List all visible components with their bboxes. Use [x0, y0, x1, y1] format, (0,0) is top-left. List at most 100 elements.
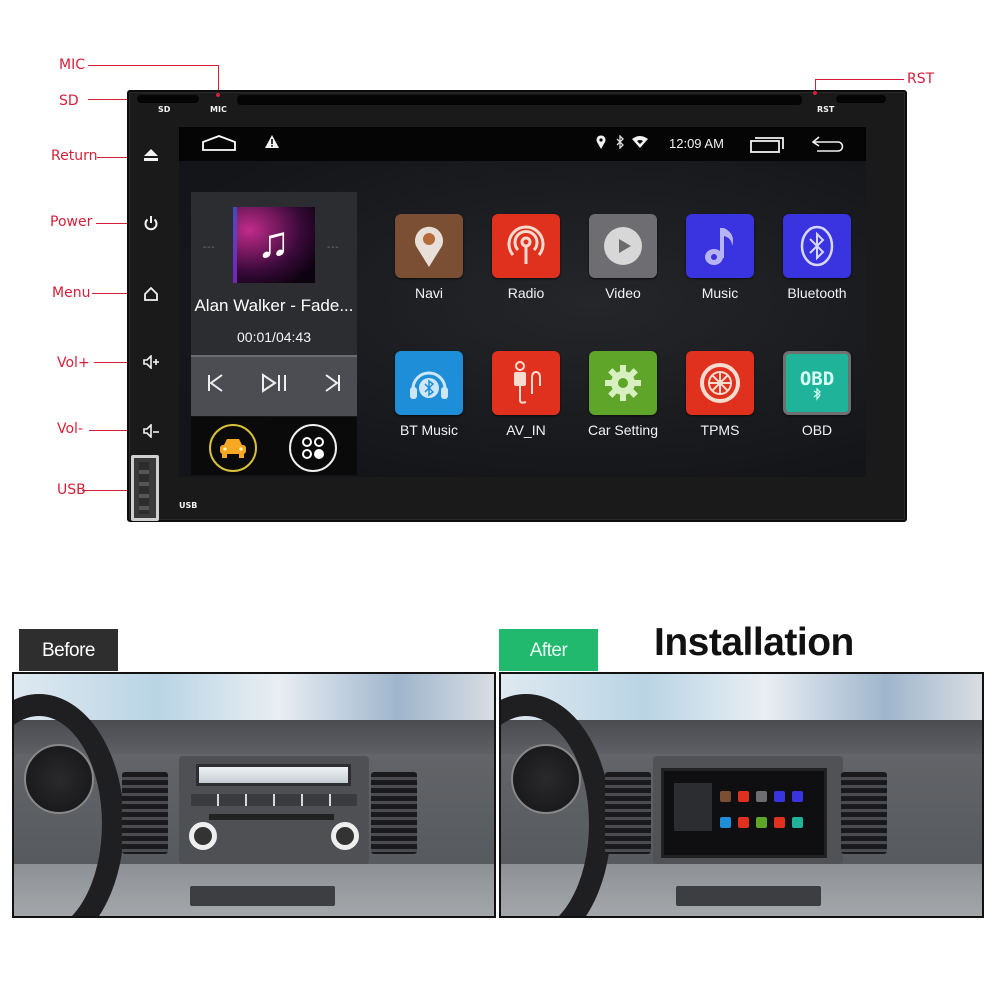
all-apps-button[interactable]: [289, 424, 337, 472]
rst-button[interactable]: [813, 91, 817, 95]
left-vent: [122, 772, 168, 854]
app-tile: [686, 351, 754, 415]
car-mode-button[interactable]: [209, 424, 257, 472]
callout-power: Power: [50, 214, 93, 230]
volume-down-icon: [143, 423, 159, 439]
after-photo: [499, 672, 984, 918]
callout-vol-up: Vol+: [57, 355, 90, 371]
right-slot: [836, 95, 886, 103]
app-car-setting[interactable]: Car Setting: [578, 351, 668, 438]
right-vent: [371, 772, 417, 854]
play-icon: [604, 227, 642, 265]
app-tpms[interactable]: TPMS: [675, 351, 765, 438]
gear-icon: [605, 365, 641, 401]
stock-radio: [179, 756, 369, 864]
sd-slot[interactable]: [137, 95, 199, 103]
recent-apps-icon: [750, 137, 784, 153]
app-label: TPMS: [700, 422, 740, 438]
previous-button[interactable]: [207, 373, 225, 399]
mini-app-video: [756, 791, 767, 802]
right-vent: [841, 772, 887, 854]
eject-button[interactable]: [141, 148, 161, 164]
app-video[interactable]: Video: [578, 214, 668, 301]
callout-menu: Menu: [52, 285, 91, 301]
music-note-icon: ♫: [257, 218, 290, 267]
clock: 12:09 AM: [669, 136, 724, 151]
app-label: Radio: [507, 285, 545, 301]
mic-label: MIC: [210, 105, 227, 114]
mini-app-navi: [720, 791, 731, 802]
bluetooth-indicator: [615, 134, 625, 154]
app-tile: [589, 214, 657, 278]
playback-controls: [191, 355, 357, 416]
app-label: OBD: [801, 422, 833, 438]
callout-rst: RST: [907, 71, 935, 87]
app-radio[interactable]: Radio: [481, 214, 571, 301]
av-cable-icon: [514, 361, 541, 404]
app-bt-music[interactable]: BT Music: [384, 351, 474, 438]
mini-app-bluetooth: [792, 791, 803, 802]
after-tab: After: [499, 629, 598, 671]
callout-line-rst: [816, 79, 904, 80]
app-av-in[interactable]: AV_IN: [481, 351, 571, 438]
app-tile: OBD: [783, 351, 851, 415]
app-label: Music: [701, 285, 739, 301]
disc-slot: [237, 95, 802, 105]
app-obd[interactable]: OBD OBD: [772, 351, 862, 438]
recent-apps-button[interactable]: [749, 135, 785, 158]
home-button[interactable]: [141, 286, 161, 302]
map-pin-icon: [415, 226, 443, 267]
next-button[interactable]: [323, 373, 341, 399]
usb-port[interactable]: [131, 455, 159, 521]
callout-vol-down: Vol-: [57, 421, 83, 437]
next-album-hint: - - -: [327, 242, 339, 253]
back-icon: [811, 136, 844, 152]
mini-app-av-in: [738, 817, 749, 828]
app-music[interactable]: Music: [675, 214, 765, 301]
obd-icon: OBD: [800, 368, 834, 401]
app-bluetooth[interactable]: Bluetooth: [772, 214, 862, 301]
warning-icon: [265, 135, 279, 148]
wifi-icon: [632, 136, 648, 148]
music-note-icon: [705, 228, 733, 265]
power-button[interactable]: [141, 215, 161, 231]
widget-shortcuts: [191, 417, 357, 475]
right-knob: [331, 822, 359, 850]
car-icon: [220, 439, 246, 458]
callout-sd: SD: [59, 93, 79, 109]
android-screen: 12:09 AM - - - ♫ - - - Alan Walker - Fad…: [179, 127, 866, 477]
nav-home-button[interactable]: [201, 134, 237, 157]
wifi-indicator: [631, 135, 649, 154]
app-tile: [395, 214, 463, 278]
app-label: Video: [605, 285, 641, 301]
app-navi[interactable]: Navi: [384, 214, 474, 301]
installed-head-unit: [661, 768, 827, 858]
volume-up-button[interactable]: [141, 354, 161, 371]
play-pause-button[interactable]: [261, 373, 289, 399]
app-label: Car Setting: [587, 422, 659, 438]
play-pause-icon: [262, 373, 286, 393]
radio-broadcast-icon: [507, 225, 545, 264]
prev-album-hint: - - -: [203, 242, 215, 253]
previous-icon: [208, 374, 223, 392]
tire-icon: [700, 363, 740, 403]
next-icon: [325, 374, 340, 392]
eject-icon: [144, 149, 158, 161]
svg-text:OBD: OBD: [800, 368, 834, 390]
stock-radio-buttons: [191, 794, 357, 806]
app-label: Bluetooth: [787, 285, 847, 301]
back-button[interactable]: [811, 135, 845, 158]
track-time: 00:01/04:43: [237, 329, 311, 345]
mini-app-obd: [792, 817, 803, 828]
before-tab: Before: [19, 629, 118, 671]
left-knob: [189, 822, 217, 850]
mini-app-tpms: [774, 817, 785, 828]
location-indicator: [596, 135, 606, 154]
mic-hole: [216, 93, 220, 97]
cd-slot: [209, 814, 334, 820]
volume-down-button[interactable]: [141, 423, 161, 440]
app-tile: [686, 214, 754, 278]
before-photo: [12, 672, 496, 918]
album-art[interactable]: ♫: [233, 207, 315, 283]
status-bar: 12:09 AM: [179, 127, 866, 161]
